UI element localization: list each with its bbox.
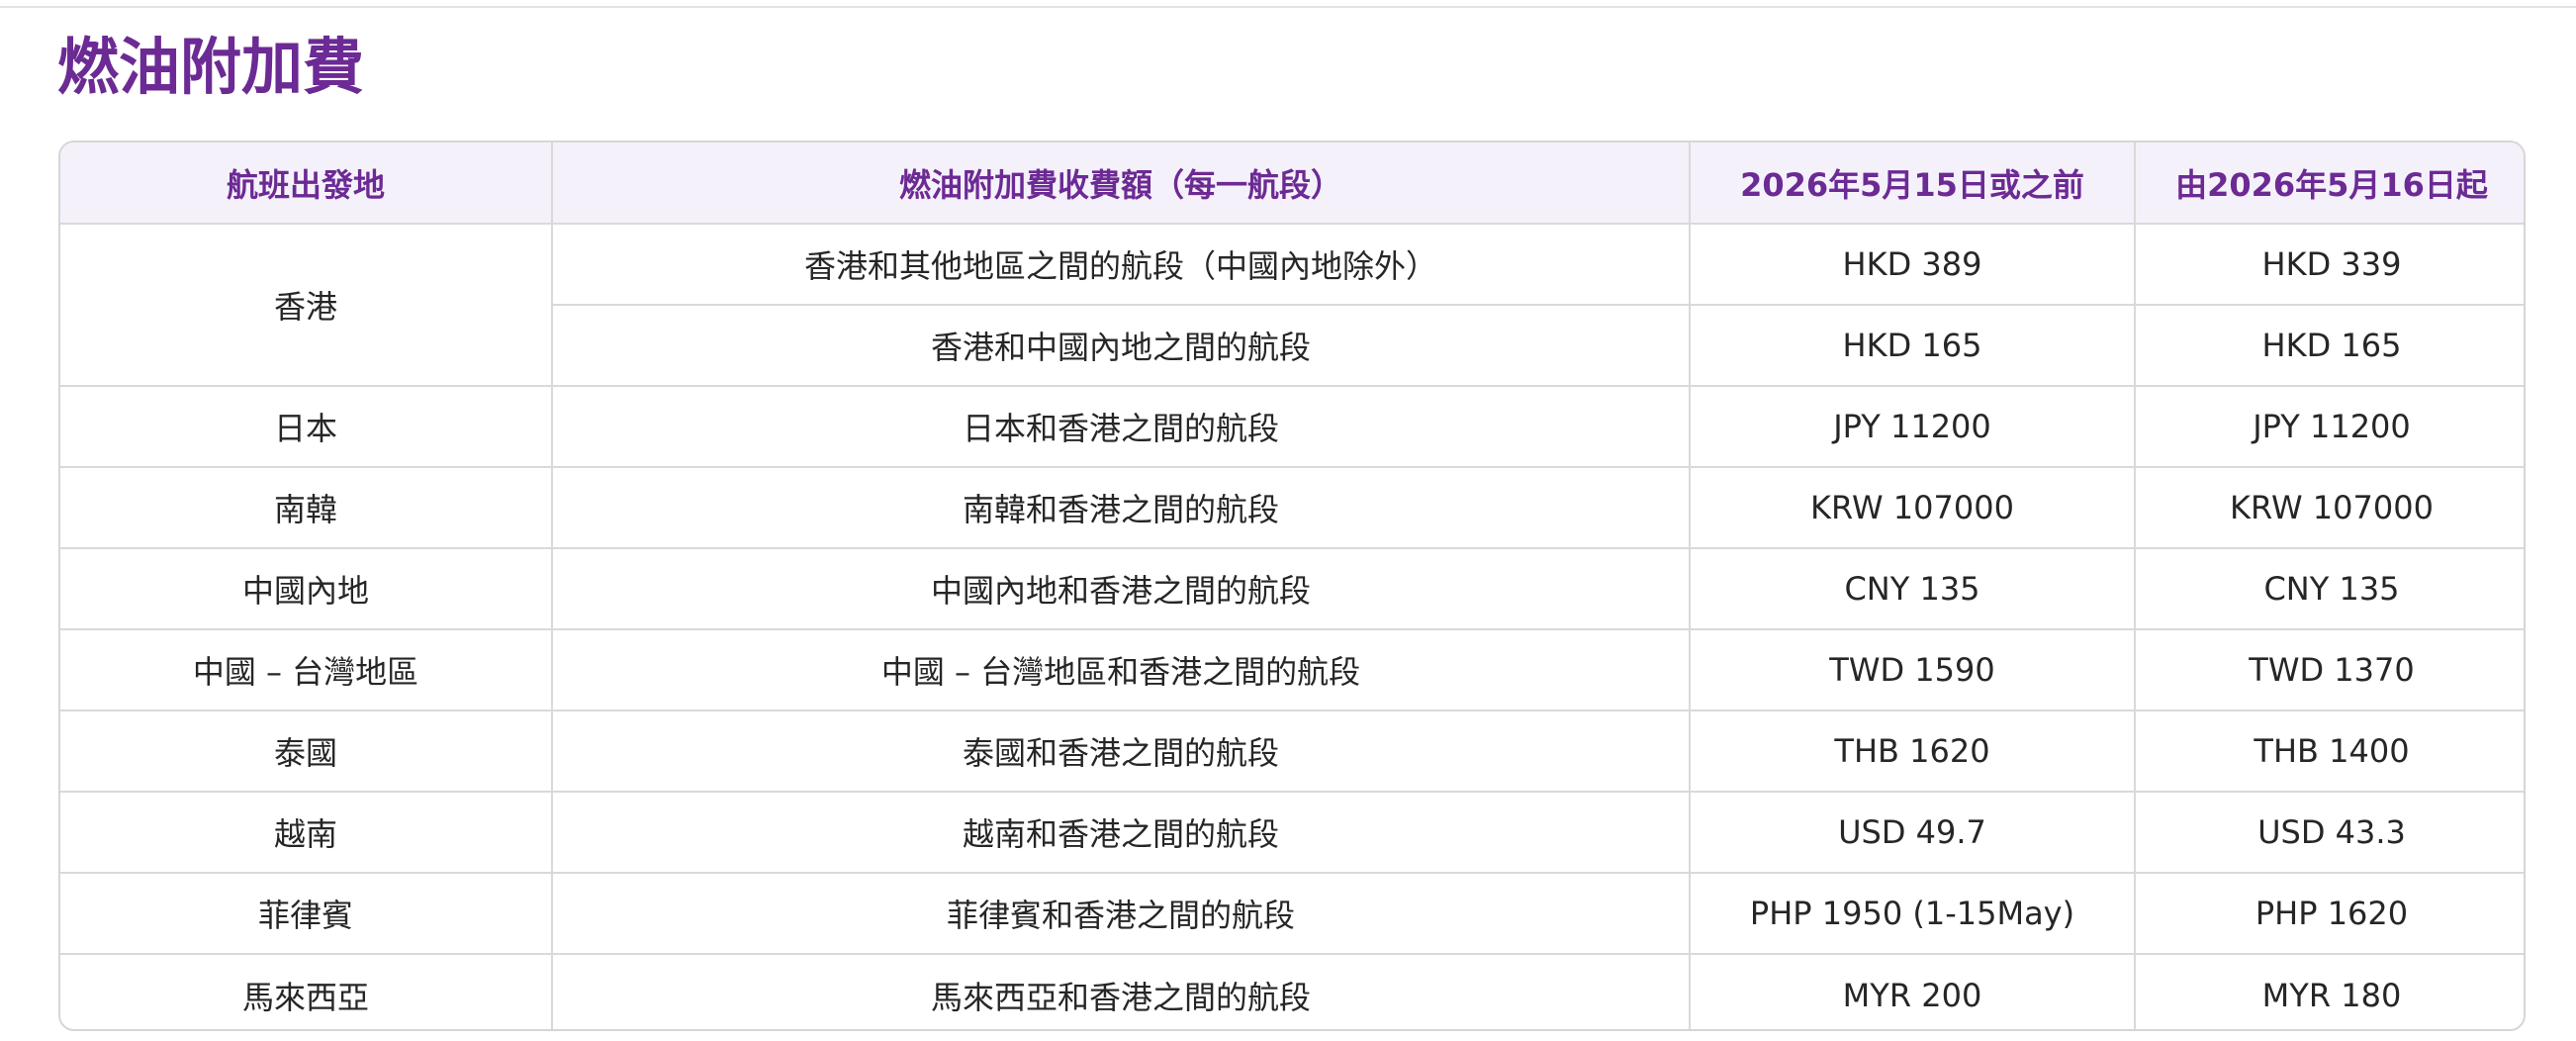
header-origin: 航班出發地 xyxy=(60,142,553,225)
cell-sector: 越南和香港之間的航段 xyxy=(552,792,1691,874)
cell-before: CNY 135 xyxy=(1690,548,2136,630)
cell-sector: 日本和香港之間的航段 xyxy=(552,386,1691,468)
cell-before: JPY 11200 xyxy=(1690,386,2136,468)
header-sector: 燃油附加費收費額（每一航段） xyxy=(552,142,1691,225)
cell-from: USD 43.3 xyxy=(2135,792,2524,874)
cell-origin: 中國 – 台灣地區 xyxy=(60,629,553,711)
table-row: 馬來西亞 馬來西亞和香港之間的航段 MYR 200 MYR 180 xyxy=(60,954,2524,1029)
cell-before: USD 49.7 xyxy=(1690,792,2136,874)
header-before-date: 2026年5月15日或之前 xyxy=(1690,142,2136,225)
cell-before: MYR 200 xyxy=(1690,954,2136,1029)
cell-sector: 香港和中國內地之間的航段 xyxy=(552,305,1691,387)
table-row: 香港 香港和其他地區之間的航段（中國內地除外） HKD 389 HKD 339 xyxy=(60,224,2524,387)
fuel-surcharge-table: 航班出發地 燃油附加費收費額（每一航段） 2026年5月15日或之前 由2026… xyxy=(58,141,2526,1031)
cell-from: HKD 339 xyxy=(2135,224,2524,306)
cell-before: THB 1620 xyxy=(1690,710,2136,793)
cell-origin: 泰國 xyxy=(60,710,553,793)
cell-from: MYR 180 xyxy=(2261,976,2402,1014)
cell-before: KRW 107000 xyxy=(1690,467,2136,549)
cell-sector: 中國 – 台灣地區和香港之間的航段 xyxy=(552,629,1691,711)
table-row: 越南 越南和香港之間的航段 USD 49.7 USD 43.3 xyxy=(60,792,2524,874)
cell-from: PHP 1620 xyxy=(2135,873,2524,955)
cell-origin: 日本 xyxy=(60,386,553,468)
surcharge-table: 航班出發地 燃油附加費收費額（每一航段） 2026年5月15日或之前 由2026… xyxy=(60,142,2524,1029)
cell-before: PHP 1950 (1-15May) xyxy=(1690,873,2136,955)
header-from-date: 由2026年5月16日起 xyxy=(2135,142,2524,225)
table-row: 日本 日本和香港之間的航段 JPY 11200 JPY 11200 xyxy=(60,386,2524,468)
cell-sector: 南韓和香港之間的航段 xyxy=(552,467,1691,549)
table-header-row: 航班出發地 燃油附加費收費額（每一航段） 2026年5月15日或之前 由2026… xyxy=(60,142,2524,225)
cell-origin: 菲律賓 xyxy=(60,873,553,955)
table-row: 泰國 泰國和香港之間的航段 THB 1620 THB 1400 xyxy=(60,710,2524,793)
cell-from: HKD 165 xyxy=(2135,305,2524,387)
cell-origin: 越南 xyxy=(60,792,553,874)
table-row: 菲律賓 菲律賓和香港之間的航段 PHP 1950 (1-15May) PHP 1… xyxy=(60,873,2524,955)
cell-sector: 菲律賓和香港之間的航段 xyxy=(552,873,1691,955)
table-row: 南韓 南韓和香港之間的航段 KRW 107000 KRW 107000 xyxy=(60,467,2524,549)
cell-before: TWD 1590 xyxy=(1690,629,2136,711)
cell-from: THB 1400 xyxy=(2135,710,2524,793)
cell-from: KRW 107000 xyxy=(2135,467,2524,549)
cell-sector: 香港和其他地區之間的航段（中國內地除外） xyxy=(552,224,1691,306)
cell-from: TWD 1370 xyxy=(2135,629,2524,711)
cell-before: HKD 165 xyxy=(1690,305,2136,387)
cell-sector: 中國內地和香港之間的航段 xyxy=(552,548,1691,630)
table-row: 中國 – 台灣地區 中國 – 台灣地區和香港之間的航段 TWD 1590 TWD… xyxy=(60,629,2524,711)
cell-origin: 中國內地 xyxy=(60,548,553,630)
cell-sector: 泰國和香港之間的航段 xyxy=(552,710,1691,793)
cell-origin: 南韓 xyxy=(60,467,553,549)
top-divider xyxy=(0,6,2576,8)
page-title: 燃油附加費 xyxy=(57,31,365,103)
table-row: 中國內地 中國內地和香港之間的航段 CNY 135 CNY 135 xyxy=(60,548,2524,630)
cell-sector: 馬來西亞和香港之間的航段 xyxy=(552,954,1691,1029)
cell-origin: 香港 xyxy=(60,224,553,387)
cell-origin: 馬來西亞 xyxy=(60,954,553,1029)
cell-from: CNY 135 xyxy=(2135,548,2524,630)
cell-from: JPY 11200 xyxy=(2135,386,2524,468)
cell-before: HKD 389 xyxy=(1690,224,2136,306)
